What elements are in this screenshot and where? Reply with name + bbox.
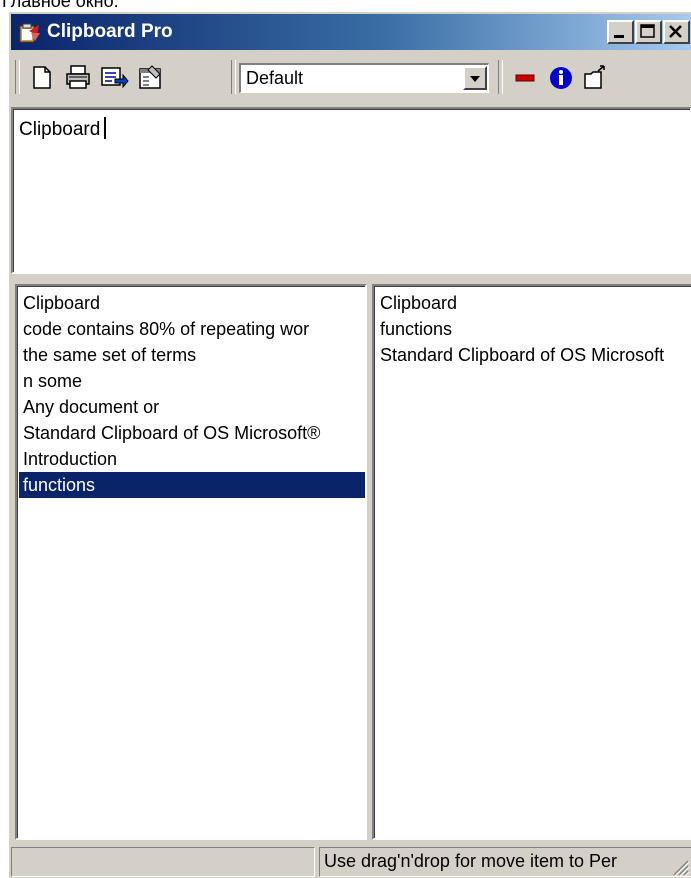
close-icon — [669, 25, 682, 38]
info-icon — [550, 67, 572, 89]
permanent-item[interactable]: Standard Clipboard of OS Microsoft — [376, 342, 691, 368]
clipboard-history-rows: Clipboard code contains 80% of repeating … — [19, 290, 365, 498]
history-item[interactable]: the same set of terms — [19, 342, 365, 368]
chevron-down-icon — [470, 76, 480, 82]
print-icon — [66, 65, 90, 89]
history-item[interactable]: Introduction — [19, 446, 365, 472]
toolbar-grip[interactable] — [15, 60, 20, 94]
status-pane-left — [11, 847, 315, 877]
toolbar: Default — [11, 54, 691, 100]
status-bar: Use drag'n'drop for move item to Per — [9, 845, 691, 878]
close-button[interactable] — [663, 20, 690, 44]
maximize-button[interactable] — [635, 20, 662, 44]
history-item[interactable]: Standard Clipboard of OS Microsoft® — [19, 420, 365, 446]
clipboard-text-editor[interactable]: Clipboard — [11, 107, 691, 274]
permanent-item[interactable]: Clipboard — [376, 290, 691, 316]
maximize-icon — [640, 24, 655, 38]
title-bar[interactable]: Clipboard Pro — [11, 14, 691, 50]
properties-button[interactable] — [133, 62, 167, 92]
permanent-item[interactable]: functions — [376, 316, 691, 342]
page-caption: Главное окно: — [0, 0, 691, 11]
minimize-icon — [614, 35, 624, 38]
profile-select[interactable]: Default — [239, 63, 489, 93]
clipboard-app-icon — [19, 23, 40, 43]
export-icon — [101, 67, 129, 89]
history-item[interactable]: Any document or — [19, 394, 365, 420]
history-item[interactable]: functions — [19, 472, 365, 498]
properties-icon — [139, 65, 161, 89]
clipboard-text-value: Clipboard — [19, 117, 107, 141]
profile-select-value: Default — [246, 68, 304, 88]
permanent-items-list[interactable]: Clipboard functions Standard Clipboard of … — [372, 284, 691, 840]
history-item[interactable]: n some — [19, 368, 365, 394]
new-document-button[interactable] — [25, 62, 59, 92]
status-pane-hint: Use drag'n'drop for move item to Per — [319, 847, 691, 877]
page-caption-text: Главное окно: — [2, 0, 119, 11]
clipboard-history-list[interactable]: Clipboard code contains 80% of repeating … — [15, 284, 367, 840]
permanent-items-rows: Clipboard functions Standard Clipboard of … — [376, 290, 691, 368]
minimize-button[interactable] — [607, 20, 634, 44]
export-button[interactable] — [97, 62, 131, 92]
print-button[interactable] — [61, 62, 95, 92]
history-item[interactable]: Clipboard — [19, 290, 365, 316]
new-document-icon — [33, 66, 51, 89]
delete-icon — [515, 74, 535, 82]
toolbar-separator — [231, 60, 236, 94]
delete-button[interactable] — [508, 62, 542, 92]
info-button[interactable] — [544, 62, 578, 92]
resize-grip-icon[interactable] — [670, 857, 690, 877]
open-folder-button[interactable] — [580, 62, 614, 92]
status-hint-text: Use drag'n'drop for move item to Per — [324, 851, 618, 871]
profile-select-dropdown-button[interactable] — [463, 66, 487, 90]
clipboard-pro-window: Clipboard Pro Default Clipboard Clipboar… — [8, 11, 691, 878]
text-caret — [104, 117, 107, 139]
toolbar-separator-2 — [498, 60, 503, 94]
open-folder-icon — [584, 65, 605, 89]
history-item[interactable]: code contains 80% of repeating wor — [19, 316, 365, 342]
window-title: Clipboard Pro — [47, 21, 173, 42]
